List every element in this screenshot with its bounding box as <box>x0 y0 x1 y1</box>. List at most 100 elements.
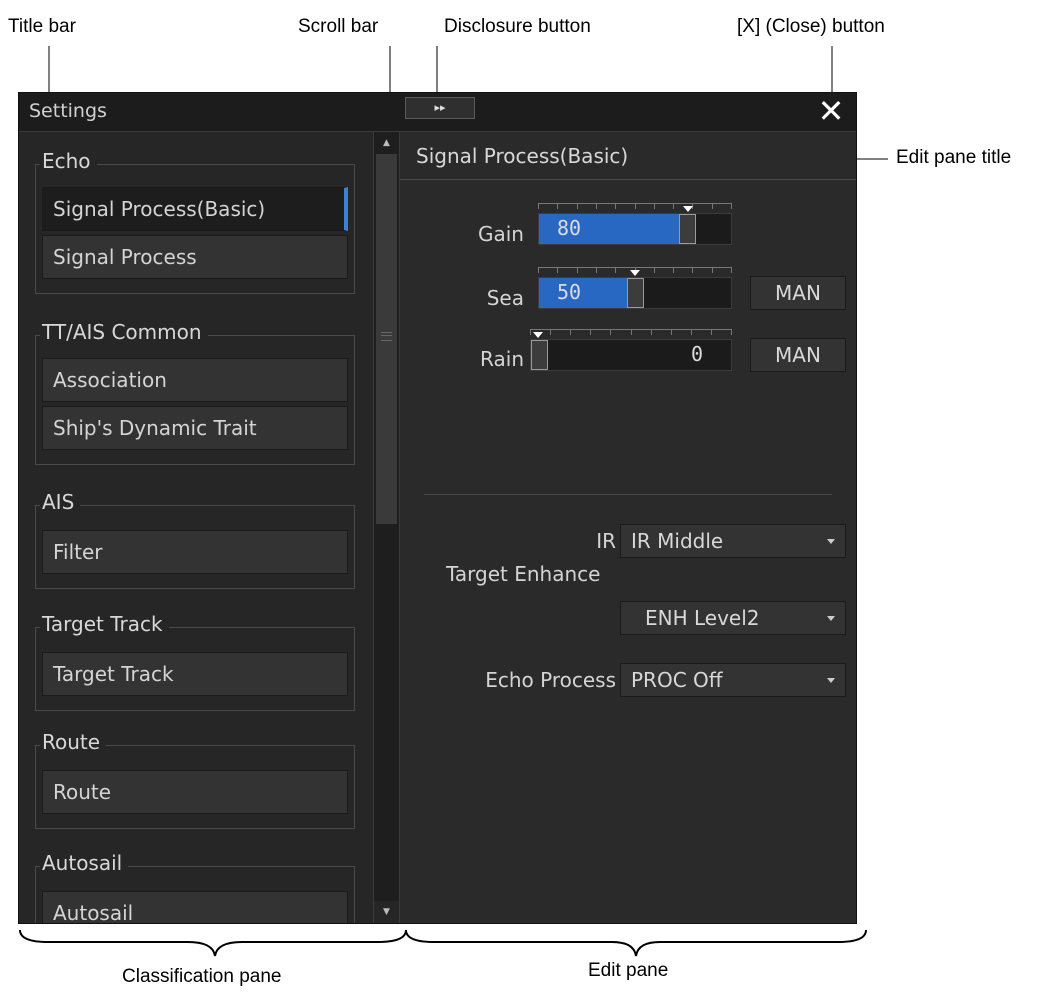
ir-dropdown-value: IR Middle <box>631 529 724 553</box>
group-title: TT/AIS Common <box>40 320 208 344</box>
title-bar-callout-line <box>48 46 50 96</box>
echo-process-label: Echo Process <box>485 668 616 692</box>
group-title: Route <box>40 730 107 754</box>
sea-man-button[interactable]: MAN <box>750 276 846 310</box>
level-pointer-icon <box>682 206 693 212</box>
scale-tick <box>590 330 592 335</box>
window-title: Settings <box>29 100 107 122</box>
disclosure-callout-line <box>436 46 438 98</box>
scroll-bar-annotation: Scroll bar <box>298 16 379 37</box>
classification-pane-annotation: Classification pane <box>122 966 282 987</box>
chevron-down-icon <box>827 616 835 621</box>
scale-tick <box>650 330 652 335</box>
scale-tick <box>595 204 597 209</box>
scale-tick <box>615 204 617 209</box>
edit-pane-brace <box>405 929 867 957</box>
scale-tick <box>670 330 672 335</box>
scale-tick <box>610 330 612 335</box>
edit-pane: Signal Process(Basic) Gain 80 Sea 50 MAN… <box>400 132 856 923</box>
scale-tick <box>731 204 732 209</box>
sea-slider-fill <box>539 278 627 308</box>
edit-pane-title: Signal Process(Basic) <box>416 144 629 168</box>
gain-slider[interactable]: 80 <box>538 213 732 245</box>
scale-tick <box>653 204 655 209</box>
scale-tick <box>576 204 578 209</box>
group-tt-ais-common: TT/AIS Common Association Ship's Dynamic… <box>35 320 355 465</box>
group-title: Echo <box>40 149 97 173</box>
scale-tick <box>673 268 675 273</box>
edit-pane-annotation: Edit pane <box>588 960 669 981</box>
group-target-track: Target Track Target Track <box>35 612 355 711</box>
gain-slider-knob[interactable] <box>679 214 696 244</box>
target-enhance-dropdown[interactable]: ENH Level2 <box>620 601 846 635</box>
group-echo: Echo Signal Process(Basic) Signal Proces… <box>35 149 355 294</box>
sea-value: 50 <box>557 280 582 304</box>
scale-tick <box>538 204 539 209</box>
target-enhance-label: Target Enhance <box>446 562 601 586</box>
scroll-bar[interactable]: ▲ ▼ <box>373 132 400 923</box>
scale-tick <box>690 330 692 335</box>
scale-tick <box>692 268 694 273</box>
group-route: Route Route <box>35 730 355 829</box>
scale-tick <box>550 330 552 335</box>
category-signal-process[interactable]: Signal Process <box>42 235 348 279</box>
ir-dropdown[interactable]: IR Middle <box>620 524 846 558</box>
settings-window: Settings ▸▸ ✕ Echo Signal Process(Basic)… <box>18 92 857 924</box>
chevron-down-icon <box>827 539 835 544</box>
sea-label: Sea <box>486 286 524 310</box>
category-signal-process-basic[interactable]: Signal Process(Basic) <box>42 187 348 231</box>
ir-label: IR <box>596 529 616 553</box>
rain-label: Rain <box>480 347 524 371</box>
scroll-up-arrow-icon[interactable]: ▲ <box>374 132 399 154</box>
close-callout-line <box>831 46 833 98</box>
scale-tick <box>557 268 559 273</box>
scale-tick <box>653 268 655 273</box>
rain-slider[interactable]: 0 <box>530 339 732 371</box>
rain-value: 0 <box>690 342 703 366</box>
group-autosail: Autosail Autosail <box>35 851 355 923</box>
sea-slider[interactable]: 50 <box>538 277 732 309</box>
scroll-thumb[interactable] <box>376 154 397 524</box>
gain-label: Gain <box>478 222 524 246</box>
sea-slider-knob[interactable] <box>626 278 644 308</box>
scale-tick <box>711 268 713 273</box>
scale-tick <box>731 330 732 335</box>
category-autosail[interactable]: Autosail <box>42 891 348 923</box>
sea-scale <box>538 267 732 277</box>
close-button[interactable]: ✕ <box>816 95 846 127</box>
level-pointer-icon <box>533 332 543 338</box>
scale-tick <box>530 330 531 335</box>
scale-tick <box>615 268 617 273</box>
target-enhance-dropdown-value: ENH Level2 <box>645 606 760 630</box>
scale-tick <box>595 268 597 273</box>
scroll-down-arrow-icon[interactable]: ▼ <box>374 901 399 923</box>
level-pointer-icon <box>629 270 640 276</box>
category-route[interactable]: Route <box>42 770 348 814</box>
scale-tick <box>630 330 632 335</box>
scale-tick <box>710 330 712 335</box>
title-bar[interactable]: Settings ▸▸ ✕ <box>19 93 856 132</box>
echo-process-dropdown[interactable]: PROC Off <box>620 663 846 697</box>
disclosure-button-annotation: Disclosure button <box>444 16 591 37</box>
rain-slider-knob[interactable] <box>531 340 548 370</box>
disclosure-button[interactable]: ▸▸ <box>405 97 475 119</box>
echo-process-dropdown-value: PROC Off <box>631 668 723 692</box>
section-divider <box>424 494 832 495</box>
scale-tick <box>673 204 675 209</box>
category-target-track[interactable]: Target Track <box>42 652 348 696</box>
edit-pane-title-annotation: Edit pane title <box>896 147 1012 168</box>
title-divider <box>400 179 856 180</box>
rain-man-button[interactable]: MAN <box>750 338 846 372</box>
group-ais: AIS Filter <box>35 490 355 589</box>
category-ships-dynamic-trait[interactable]: Ship's Dynamic Trait <box>42 406 348 450</box>
category-association[interactable]: Association <box>42 358 348 402</box>
category-filter[interactable]: Filter <box>42 530 348 574</box>
gain-scale <box>538 203 732 213</box>
scale-tick <box>576 268 578 273</box>
scale-tick <box>634 204 636 209</box>
close-button-annotation: [X] (Close) button <box>737 16 885 37</box>
scale-tick <box>538 268 539 273</box>
chevron-down-icon <box>827 678 835 683</box>
scale-tick <box>731 268 732 273</box>
gain-value: 80 <box>557 216 582 240</box>
